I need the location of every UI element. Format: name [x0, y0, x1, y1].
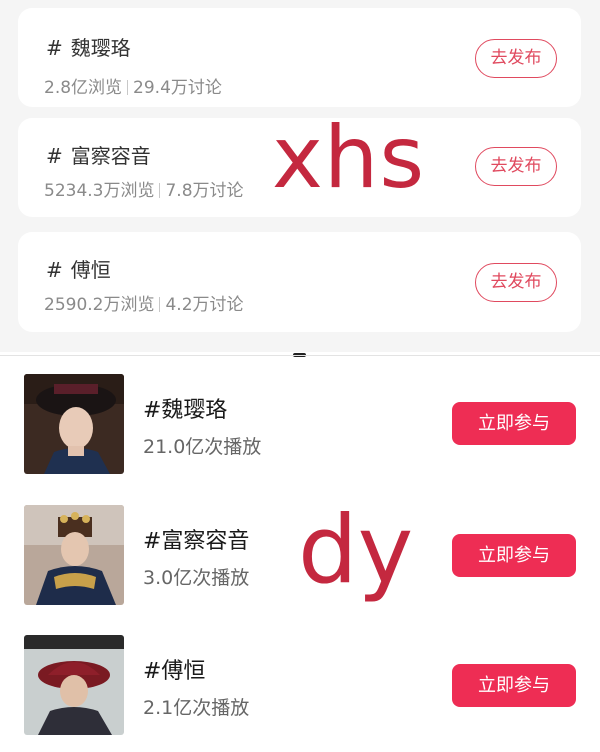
discussion-count: 4.2万讨论: [165, 295, 244, 315]
publish-button[interactable]: 去发布: [475, 147, 557, 186]
stats-divider: [159, 297, 161, 312]
stats-divider: [159, 183, 161, 198]
topic-title: #魏璎珞: [143, 398, 228, 423]
topic-name: 魏璎珞: [70, 36, 131, 60]
view-count: 2590.2万浏览: [44, 295, 155, 315]
topic-title: #傅恒: [143, 659, 206, 684]
portrait-thumbnail-icon: [24, 505, 124, 605]
view-count: 5234.3万浏览: [44, 181, 155, 201]
join-button[interactable]: 立即参与: [452, 664, 576, 707]
xhs-watermark: xhs: [272, 108, 426, 208]
play-count: 21.0亿次播放: [143, 436, 262, 458]
topic-title: #富察容音: [143, 529, 250, 554]
section-divider: [0, 355, 600, 356]
hashtag-icon: #: [46, 144, 63, 168]
portrait-thumbnail-icon: [24, 635, 124, 735]
topic-name: 富察容音: [70, 144, 151, 168]
hashtag-icon: #: [46, 258, 63, 282]
dy-topic-row[interactable]: #魏璎珞 21.0亿次播放 立即参与: [0, 366, 600, 486]
topic-stats: 5234.3万浏览 7.8万讨论: [44, 176, 244, 201]
stats-divider: [127, 80, 129, 95]
discussion-count: 7.8万讨论: [165, 181, 244, 201]
play-count: 2.1亿次播放: [143, 697, 250, 719]
join-button[interactable]: 立即参与: [452, 402, 576, 445]
topic-title: # 魏璎珞: [46, 32, 131, 61]
topic-title: # 富察容音: [46, 140, 151, 169]
discussion-count: 29.4万讨论: [133, 78, 222, 98]
xhs-topic-card[interactable]: # 傅恒 2590.2万浏览 4.2万讨论 去发布: [18, 232, 581, 332]
topic-stats: 2590.2万浏览 4.2万讨论: [44, 290, 244, 315]
play-count: 3.0亿次播放: [143, 567, 250, 589]
join-button[interactable]: 立即参与: [452, 534, 576, 577]
xhs-topic-panel: # 魏璎珞 2.8亿浏览 29.4万讨论 去发布 # 富察容音 5234.3万浏览 7.…: [0, 0, 600, 352]
portrait-thumbnail-icon: [24, 374, 124, 474]
hashtag-icon: #: [46, 36, 63, 60]
publish-button[interactable]: 去发布: [475, 263, 557, 302]
xhs-topic-card[interactable]: # 魏璎珞 2.8亿浏览 29.4万讨论 去发布: [18, 8, 581, 107]
dy-watermark: dy: [298, 496, 414, 605]
dy-topic-row[interactable]: #傅恒 2.1亿次播放 立即参与: [0, 626, 600, 746]
topic-stats: 2.8亿浏览 29.4万讨论: [44, 73, 222, 98]
publish-button[interactable]: 去发布: [475, 39, 557, 78]
view-count: 2.8亿浏览: [44, 78, 123, 98]
topic-title: # 傅恒: [46, 254, 111, 283]
topic-name: 傅恒: [70, 258, 111, 282]
